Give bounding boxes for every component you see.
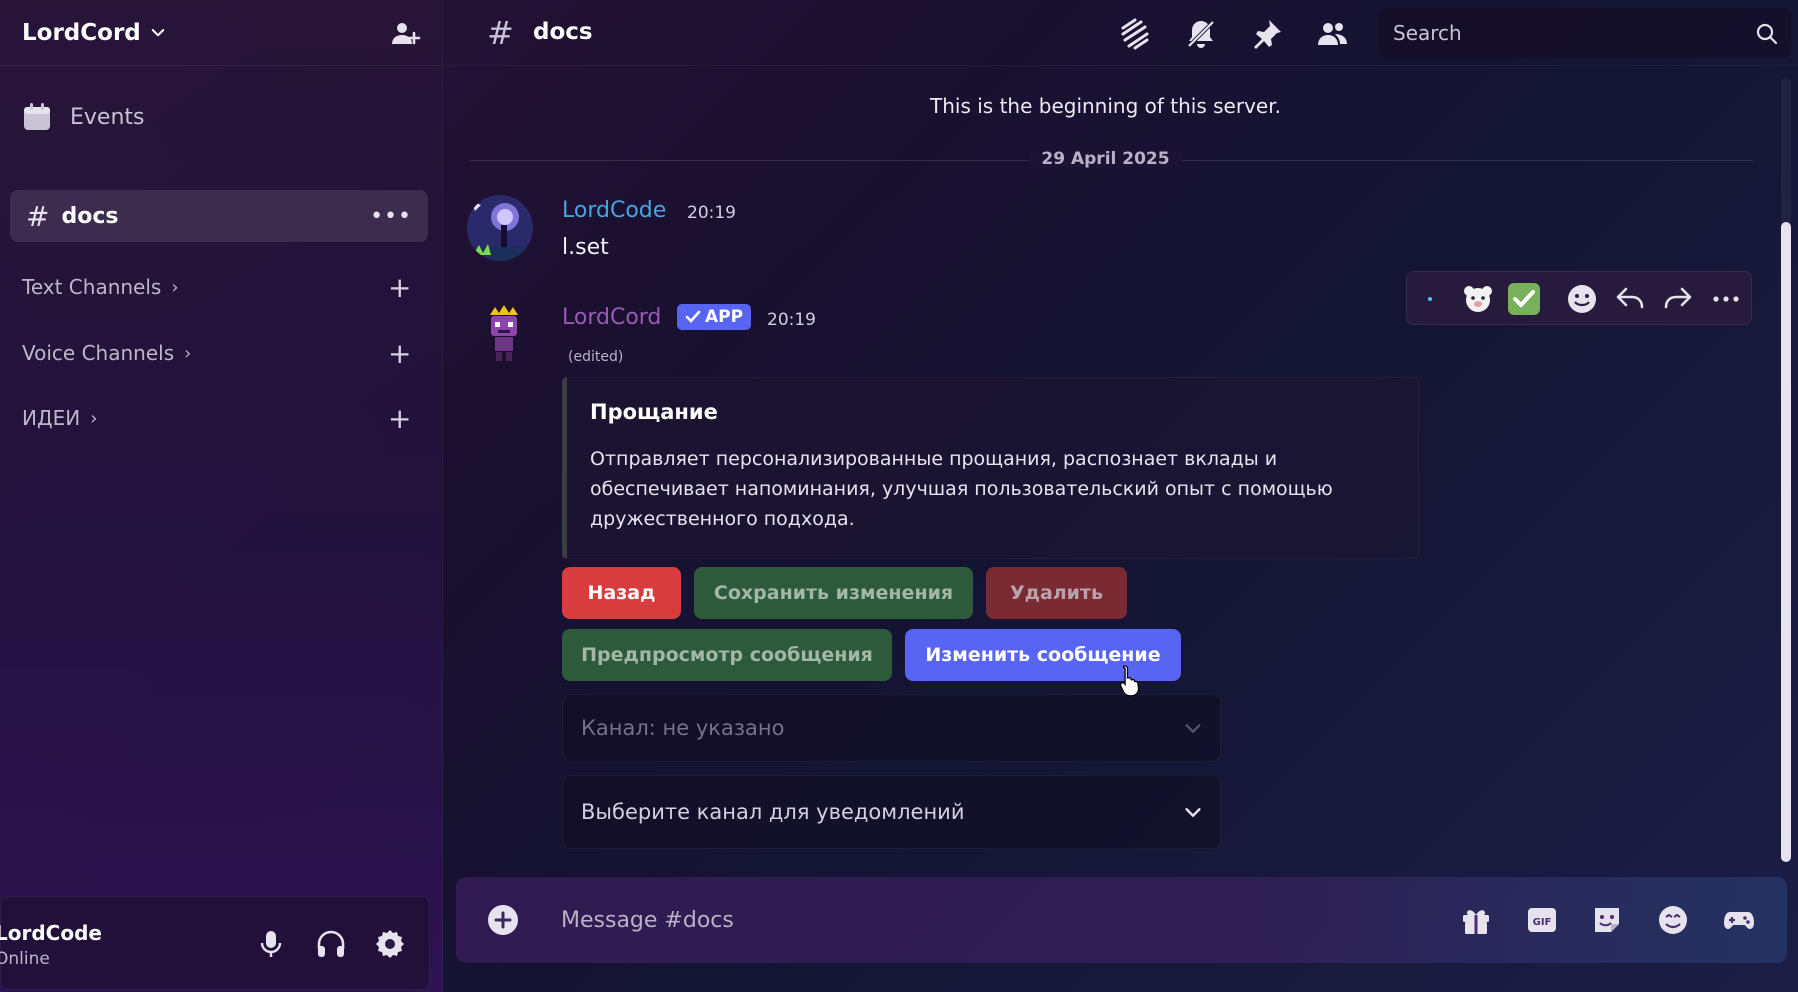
category-label: Text Channels [22,275,162,299]
notify-channel-select[interactable]: Выберите канал для уведомлений [562,775,1221,849]
more-icon[interactable] [1709,282,1743,316]
add-attachment-icon[interactable] [486,903,520,937]
check-icon [685,310,701,323]
category-text-channels[interactable]: Text Channels › [22,275,179,299]
app-badge: APP [677,304,752,330]
server-name[interactable]: LordCord [22,20,141,46]
microphone-icon[interactable] [254,927,288,961]
chat-header: # docs [443,0,1798,66]
gear-icon[interactable] [373,927,407,961]
member-list-icon[interactable] [1315,16,1351,52]
channel-label: docs [61,203,119,229]
gif-icon[interactable]: GIF [1525,903,1559,937]
chevron-right-icon: › [90,407,98,429]
message-timestamp: 20:19 [767,310,816,330]
message-embed: Прощание Отправляет персонализированные … [562,377,1419,559]
notification-muted-icon[interactable] [1183,16,1219,52]
back-button[interactable]: Назад [562,567,681,619]
headphones-icon[interactable] [314,927,348,961]
user-panel: LordCode Online [0,896,430,990]
category-label: Voice Channels [22,341,175,365]
search-box[interactable] [1379,8,1791,58]
forward-icon[interactable] [1661,282,1695,316]
channel-title: docs [533,19,593,45]
channel-sidebar: LordCord Events # docs ••• Text Channels… [0,0,443,992]
channel-select-value: Канал: не указано [581,716,785,740]
category-ideas[interactable]: ИДЕИ › [22,406,97,430]
svg-text:GIF: GIF [1533,917,1552,928]
scrollbar-thumb[interactable] [1781,222,1791,862]
message-author[interactable]: LordCode [562,198,666,223]
save-changes-button[interactable]: Сохранить изменения [694,567,973,619]
events-item[interactable]: Events [22,102,145,132]
search-icon[interactable] [1755,22,1779,46]
bear-emoji-icon[interactable] [1461,282,1495,316]
user-name[interactable]: LordCode [0,921,102,945]
hash-icon: # [26,199,50,233]
date-divider: 29 April 2025 [443,149,1768,169]
message-timestamp: 20:19 [687,203,736,223]
sparkle-icon[interactable] [1413,282,1447,316]
lordcode-avatar-image [467,195,533,261]
channel-beginning-text: This is the beginning of this server. [930,94,1281,118]
reply-icon[interactable] [1613,282,1647,316]
chevron-down-icon [1185,808,1201,818]
hand-cursor-icon [1119,665,1140,697]
date-divider-label: 29 April 2025 [1029,149,1182,169]
add-channel-icon[interactable]: + [388,274,411,302]
avatar[interactable] [484,305,524,363]
message-author[interactable]: LordCord [562,305,661,330]
lordcord-bot-avatar-image [490,305,518,361]
events-label: Events [70,104,145,130]
gift-icon[interactable] [1459,903,1493,937]
server-header[interactable]: LordCord [0,0,443,66]
edited-label: (edited) [568,349,624,365]
check-emoji-icon[interactable] [1507,282,1541,316]
chevron-down-icon [1185,724,1201,734]
calendar-icon [24,103,50,130]
delete-button[interactable]: Удалить [986,567,1127,619]
message-actions-bar [1406,271,1752,325]
emoji-icon[interactable] [1656,903,1690,937]
chevron-right-icon: › [171,276,179,298]
add-channel-icon[interactable]: + [388,340,411,368]
message-content: l.set [562,235,609,260]
category-voice-channels[interactable]: Voice Channels › [22,341,191,365]
activities-gamepad-icon[interactable] [1722,903,1756,937]
add-channel-icon[interactable]: + [388,405,411,433]
hash-icon: # [487,14,514,52]
embed-title: Прощание [590,400,718,424]
user-status: Online [0,949,50,969]
chevron-right-icon: › [184,342,192,364]
preview-message-button[interactable]: Предпросмотр сообщения [562,629,892,681]
threads-icon[interactable] [1117,16,1153,52]
invite-people-icon[interactable] [389,18,421,50]
sticker-icon[interactable] [1590,903,1624,937]
search-input[interactable] [1393,21,1723,45]
channel-select[interactable]: Канал: не указано [562,694,1221,762]
message-composer: GIF [456,877,1787,963]
pin-icon[interactable] [1249,16,1285,52]
channel-item-docs[interactable]: # docs ••• [10,190,428,242]
notify-channel-select-placeholder: Выберите канал для уведомлений [581,800,965,824]
avatar[interactable] [467,195,533,261]
more-icon[interactable]: ••• [370,204,412,229]
message-input[interactable] [561,899,1361,941]
chevron-down-icon[interactable] [149,24,167,42]
app-badge-label: APP [705,307,744,327]
embed-description: Отправляет персонализированные прощания,… [590,448,1333,530]
category-label: ИДЕИ [22,406,81,430]
add-reaction-icon[interactable] [1565,282,1599,316]
